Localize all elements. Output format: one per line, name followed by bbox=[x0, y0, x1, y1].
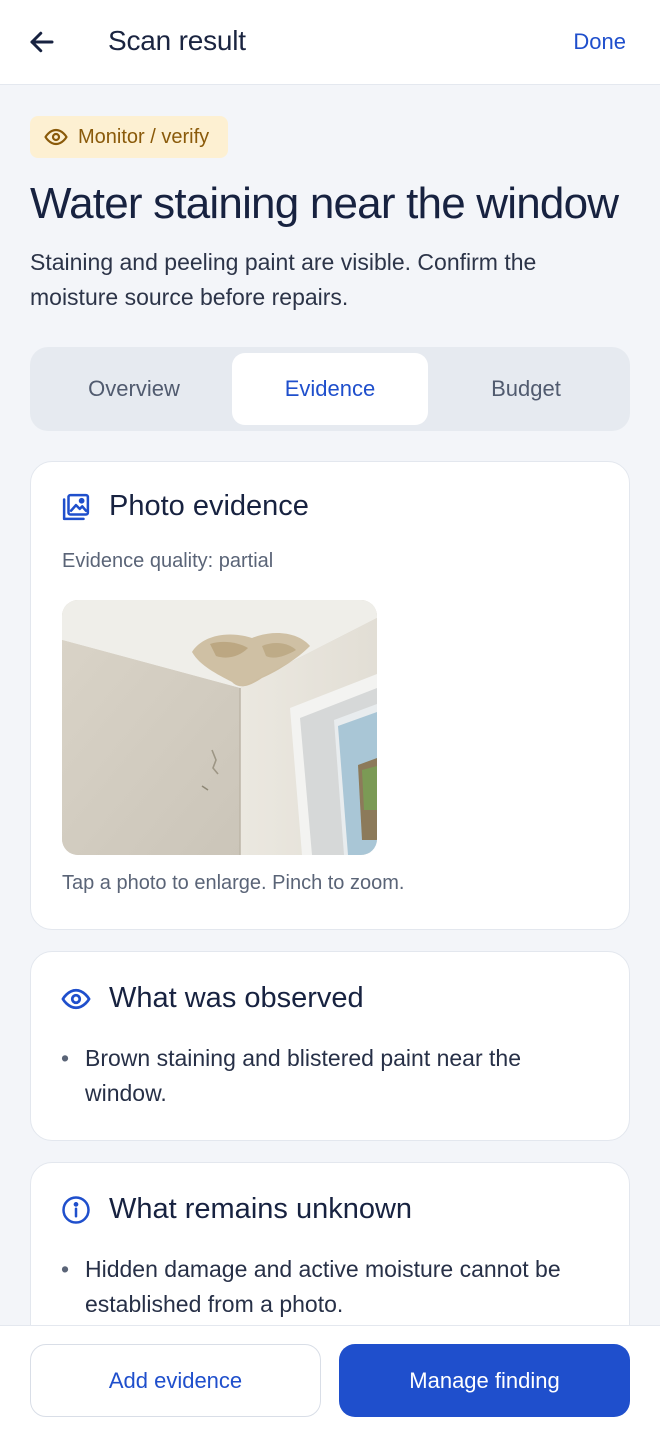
card-header: Photo evidence bbox=[61, 490, 309, 523]
status-badge: Monitor / verify bbox=[30, 116, 228, 158]
evidence-quality: Evidence quality: partial bbox=[62, 550, 274, 572]
done-button[interactable]: Done bbox=[573, 29, 626, 55]
finding-title: Water staining near the window bbox=[30, 179, 619, 228]
finding-subtitle: Staining and peeling paint are visible. … bbox=[30, 249, 537, 310]
wall-corner-photo bbox=[62, 600, 377, 855]
status-badge-label: Monitor / verify bbox=[78, 125, 210, 148]
page-title: Scan result bbox=[108, 25, 246, 56]
eye-icon bbox=[44, 128, 68, 146]
evidence-photo[interactable] bbox=[62, 600, 377, 855]
back-button[interactable] bbox=[22, 22, 62, 62]
add-evidence-button[interactable]: Add evidence bbox=[30, 1344, 321, 1417]
observed-card: What was observed Brown staining and bli… bbox=[30, 951, 630, 1141]
arrow-left-icon bbox=[30, 31, 54, 53]
photo-evidence-card: Photo evidence Evidence quality: partial bbox=[30, 461, 630, 930]
card-title: Photo evidence bbox=[109, 490, 309, 522]
bottom-action-bar: Add evidence Manage finding bbox=[0, 1325, 660, 1434]
list-item: Brown staining and blistered paint near … bbox=[61, 1041, 601, 1111]
top-bar: Scan result Done bbox=[0, 0, 660, 85]
eye-icon bbox=[61, 988, 91, 1009]
tab-budget[interactable]: Budget bbox=[428, 353, 624, 425]
image-gallery-icon bbox=[62, 493, 90, 520]
tab-overview[interactable]: Overview bbox=[36, 353, 232, 425]
list-item: Hidden damage and active moisture cannot… bbox=[61, 1252, 601, 1322]
card-title: What was observed bbox=[109, 982, 364, 1014]
photo-hint: Tap a photo to enlarge. Pinch to zoom. bbox=[62, 872, 405, 894]
tab-evidence[interactable]: Evidence bbox=[232, 353, 428, 425]
card-header: What was observed bbox=[61, 982, 364, 1015]
card-header: What remains unknown bbox=[61, 1193, 412, 1226]
manage-finding-button[interactable]: Manage finding bbox=[339, 1344, 630, 1417]
card-title: What remains unknown bbox=[109, 1193, 413, 1225]
info-circle-icon bbox=[62, 1195, 90, 1224]
tab-bar: Overview Evidence Budget bbox=[30, 347, 630, 431]
